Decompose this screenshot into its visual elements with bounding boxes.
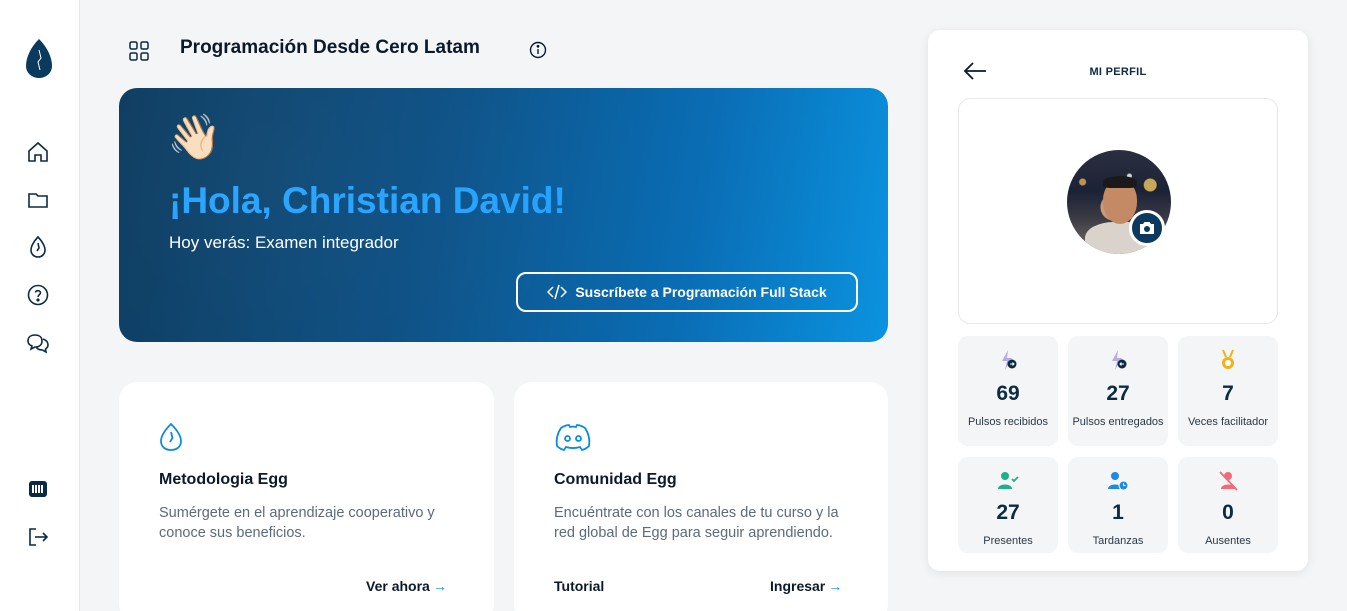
stat-value: 1 <box>1112 501 1124 524</box>
egg-outline-icon <box>157 422 185 452</box>
page-title: Programación Desde Cero Latam <box>180 37 480 58</box>
keyboard-icon[interactable] <box>26 477 50 501</box>
methodology-description: Sumérgete en el aprendizaje cooperativo … <box>159 505 435 541</box>
user-x-icon <box>1219 471 1238 491</box>
waving-hand-icon: 👋🏻 <box>167 113 222 162</box>
stat-label: Veces facilitador <box>1187 416 1269 428</box>
greeting-title: ¡Hola, Christian David! <box>169 180 566 221</box>
apps-grid-icon[interactable] <box>128 40 150 62</box>
stat-facilitator: 7 Veces facilitador <box>1178 336 1278 446</box>
stat-late: 1 Tardanzas <box>1068 457 1168 553</box>
chat-icon[interactable] <box>26 331 50 355</box>
sidebar <box>0 0 80 611</box>
stat-pulses-delivered: 27 Pulsos entregados <box>1068 336 1168 446</box>
see-now-link[interactable]: Ver ahora → <box>366 578 447 594</box>
folder-icon[interactable] <box>26 188 50 212</box>
discord-icon <box>554 422 592 452</box>
pulse-received-icon <box>1002 350 1017 370</box>
stat-label: Ausentes <box>1205 535 1251 547</box>
medal-icon <box>1222 349 1234 369</box>
code-icon <box>547 284 568 300</box>
methodology-title: Metodologia Egg <box>159 471 288 488</box>
stat-pulses-received: 69 Pulsos recibidos <box>958 336 1058 446</box>
stat-absent: 0 Ausentes <box>1178 457 1278 553</box>
stat-value: 27 <box>1106 382 1130 405</box>
tutorial-link[interactable]: Tutorial <box>554 578 604 594</box>
stat-value: 0 <box>1222 501 1234 524</box>
stat-value: 69 <box>996 382 1020 405</box>
subscribe-button-label: Suscríbete a Programación Full Stack <box>575 284 827 300</box>
stat-label: Presentes <box>983 535 1033 547</box>
pulse-delivered-icon <box>1112 350 1127 370</box>
community-card: Comunidad Egg Encuéntrate con los canale… <box>514 382 888 611</box>
stat-label: Tardanzas <box>1092 535 1144 547</box>
welcome-banner: 👋🏻 ¡Hola, Christian David! Hoy verás: Ex… <box>119 88 888 342</box>
enter-link[interactable]: Ingresar → <box>770 578 842 594</box>
see-now-label: Ver ahora <box>366 578 430 594</box>
greeting-subtitle: Hoy verás: Examen integrador <box>169 233 399 252</box>
help-icon[interactable] <box>26 283 50 307</box>
user-clock-icon <box>1108 472 1129 491</box>
user-check-icon <box>998 472 1019 489</box>
info-icon[interactable] <box>529 41 547 59</box>
community-title: Comunidad Egg <box>554 471 677 488</box>
stat-label: Pulsos entregados <box>1072 416 1164 428</box>
stat-value: 7 <box>1222 382 1234 405</box>
egg-logo-icon[interactable] <box>26 38 52 78</box>
profile-title: MI PERFIL <box>1089 66 1147 78</box>
subscribe-button[interactable]: Suscríbete a Programación Full Stack <box>516 272 858 312</box>
profile-photo-box <box>958 98 1278 324</box>
arrow-right-icon: → <box>828 578 843 594</box>
stat-present: 27 Presentes <box>958 457 1058 553</box>
logout-icon[interactable] <box>26 525 50 549</box>
methodology-card: Metodologia Egg Sumérgete en el aprendiz… <box>119 382 494 611</box>
camera-icon[interactable] <box>1129 210 1165 246</box>
home-icon[interactable] <box>26 140 50 164</box>
stat-label: Pulsos recibidos <box>967 416 1049 428</box>
enter-label: Ingresar <box>770 578 826 594</box>
arrow-right-icon: → <box>432 578 447 594</box>
community-description: Encuéntrate con los canales de tu curso … <box>554 505 839 541</box>
profile-panel: MI PERFIL 69 Pulsos recibidos 27 Pulsos … <box>928 30 1308 571</box>
egg-icon[interactable] <box>26 235 50 259</box>
stat-value: 27 <box>996 501 1020 524</box>
